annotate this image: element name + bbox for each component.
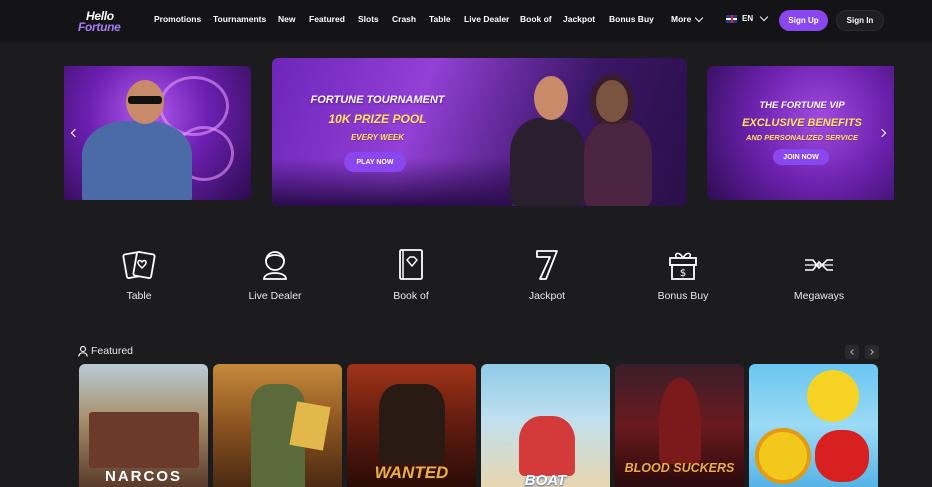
flower-art xyxy=(755,428,811,484)
category-megaways[interactable]: Megaways xyxy=(769,248,869,302)
banner-main-line1: FORTUNE TOURNAMENT xyxy=(310,94,445,106)
nav-table[interactable]: Table xyxy=(429,14,464,24)
nav-more-dropdown[interactable]: More xyxy=(671,13,704,24)
game-tile-flowers[interactable] xyxy=(749,364,878,487)
nav-slots[interactable]: Slots xyxy=(358,14,392,24)
chevron-left-icon xyxy=(850,349,856,355)
dealer-icon xyxy=(263,251,287,280)
banner-vip-line1: THE FORTUNE VIP xyxy=(759,100,845,111)
seven-icon xyxy=(536,250,558,280)
game-tile-blood-suckers[interactable]: BLOOD SUCKERS xyxy=(615,364,744,487)
top-header: Hello Fortune Promotions Tournaments New… xyxy=(0,0,932,42)
game-title: WANTED xyxy=(374,463,449,482)
category-jackpot[interactable]: Jackpot xyxy=(497,248,597,302)
game-art xyxy=(519,416,575,476)
woman-hair xyxy=(590,74,634,124)
sun-art xyxy=(807,370,859,422)
site-logo[interactable]: Hello Fortune xyxy=(78,10,128,37)
banner-main-line3: EVERY WEEK xyxy=(350,133,405,142)
category-book-of[interactable]: Book of xyxy=(361,248,461,302)
nav-jackpot[interactable]: Jackpot xyxy=(563,14,609,24)
featured-next-button[interactable] xyxy=(865,345,879,359)
banner-vip[interactable]: THE FORTUNE VIP EXCLUSIVE BENEFITS AND P… xyxy=(707,66,894,200)
game-tile-narcos[interactable]: NARCOS xyxy=(79,364,208,487)
uk-flag-icon xyxy=(726,14,737,23)
game-title: BLOOD SUCKERS xyxy=(624,461,735,475)
game-art xyxy=(89,412,199,468)
category-label: Table xyxy=(126,290,152,302)
category-bonus-buy[interactable]: $ Bonus Buy xyxy=(633,248,733,302)
game-tile-boat[interactable]: BOAT xyxy=(481,364,610,487)
banner-vip-line2: EXCLUSIVE BENEFITS xyxy=(742,117,862,129)
chevron-right-icon xyxy=(868,349,874,355)
man-head xyxy=(534,76,568,120)
svg-text:$: $ xyxy=(680,268,686,279)
cards-icon xyxy=(122,251,156,279)
join-now-button[interactable]: JOIN NOW xyxy=(773,149,829,165)
megaways-icon xyxy=(805,259,833,271)
category-table[interactable]: Table xyxy=(89,248,189,302)
prev-banner-arrow-icon[interactable] xyxy=(70,128,80,138)
game-art xyxy=(379,384,445,464)
featured-prev-button[interactable] xyxy=(845,345,859,359)
game-title: BOAT xyxy=(524,472,567,487)
nav-bonus-buy[interactable]: Bonus Buy xyxy=(609,14,659,24)
more-label: More xyxy=(671,14,692,24)
game-tile-wanted[interactable]: WANTED xyxy=(347,364,476,487)
game-art xyxy=(289,401,331,451)
chevron-down-icon xyxy=(695,13,704,22)
user-icon xyxy=(78,345,88,357)
nav-crash[interactable]: Crash xyxy=(392,14,429,24)
flower-art xyxy=(815,430,869,482)
banner-tournament[interactable]: FORTUNE TOURNAMENT 10K PRIZE POOL EVERY … xyxy=(272,58,687,206)
game-tile-book[interactable] xyxy=(213,364,342,487)
man-figure xyxy=(510,118,585,206)
category-label: Live Dealer xyxy=(248,290,302,302)
nav-book-of[interactable]: Book of xyxy=(520,14,563,24)
man-figure xyxy=(82,121,192,200)
woman-figure xyxy=(584,120,652,206)
nav-live-dealer[interactable]: Live Dealer xyxy=(464,14,520,24)
banner-vip-line3: AND PERSONALIZED SERVICE xyxy=(745,133,859,142)
language-code: EN xyxy=(742,14,754,23)
category-label: Jackpot xyxy=(528,290,566,302)
book-icon xyxy=(399,249,423,280)
logo-fortune: Fortune xyxy=(78,20,121,34)
nav-featured[interactable]: Featured xyxy=(309,14,358,24)
nav-promotions[interactable]: Promotions xyxy=(154,14,213,24)
game-title: NARCOS xyxy=(104,468,182,485)
play-now-button[interactable]: PLAY NOW xyxy=(344,152,406,172)
gift-icon: $ xyxy=(669,252,697,280)
category-label: Bonus Buy xyxy=(657,290,709,302)
language-selector[interactable]: EN xyxy=(726,12,769,23)
nav-new[interactable]: New xyxy=(278,14,309,24)
category-live-dealer[interactable]: Live Dealer xyxy=(225,248,325,302)
banner-left[interactable] xyxy=(64,66,251,200)
sign-in-button[interactable]: Sign In xyxy=(836,10,884,31)
main-nav: Promotions Tournaments New Featured Slot… xyxy=(154,14,659,24)
sunglasses-icon xyxy=(128,96,162,104)
game-art xyxy=(659,378,701,464)
category-label: Megaways xyxy=(793,290,845,302)
category-label: Book of xyxy=(393,290,429,302)
chevron-down-icon xyxy=(759,12,769,22)
featured-heading: Featured xyxy=(78,345,133,357)
nav-tournaments[interactable]: Tournaments xyxy=(213,14,278,24)
featured-title: Featured xyxy=(91,345,134,357)
sign-up-button[interactable]: Sign Up xyxy=(779,10,828,31)
banner-main-line2: 10K PRIZE POOL xyxy=(328,112,427,126)
